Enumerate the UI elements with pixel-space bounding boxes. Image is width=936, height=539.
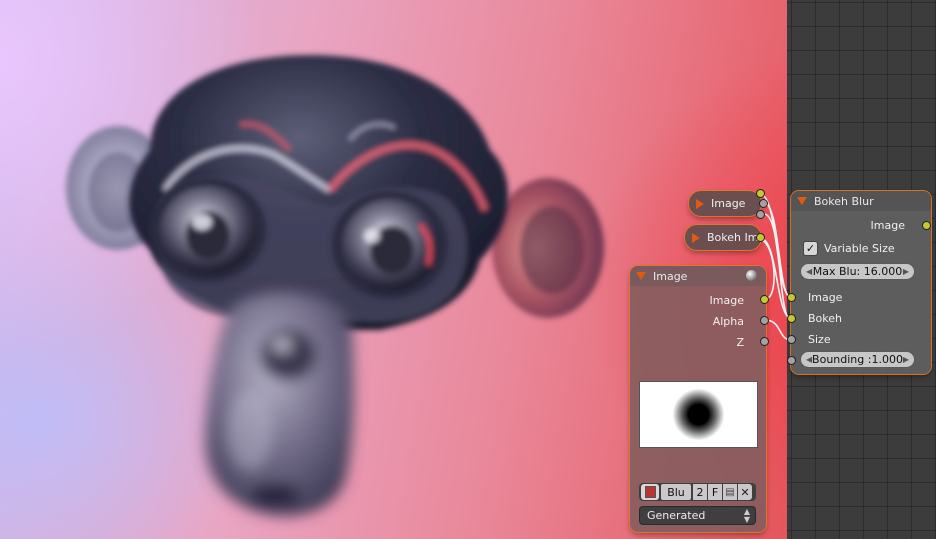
reroute-image-output-socket[interactable]: [756, 189, 765, 198]
image-datablock-row: Blu 2 F ▤ ✕: [639, 483, 756, 501]
output-alpha-label: Alpha: [712, 315, 744, 328]
output-image-label: Image: [709, 294, 744, 307]
z-output-socket[interactable]: [760, 337, 769, 346]
bounding-field[interactable]: ◀ Bounding :1.000 ▶: [800, 351, 915, 368]
reroute-bokeh-label: Bokeh Im: [707, 231, 759, 244]
bokeh-blur-bokeh-input-socket[interactable]: [787, 314, 796, 323]
increment-arrow-icon[interactable]: ▶: [903, 355, 909, 364]
decrement-arrow-icon[interactable]: ◀: [806, 267, 812, 276]
reroute-bokeh-output-socket[interactable]: [756, 233, 765, 242]
collapse-arrow-icon[interactable]: [692, 232, 700, 243]
decrement-arrow-icon[interactable]: ◀: [806, 355, 812, 364]
unlink-image-icon[interactable]: ✕: [738, 484, 752, 500]
reroute-image-alpha-socket[interactable]: [759, 199, 768, 208]
alpha-output-socket[interactable]: [760, 316, 769, 325]
input-size-label: Size: [808, 333, 831, 346]
reroute-image-z-socket[interactable]: [756, 210, 765, 219]
collapse-arrow-icon[interactable]: [696, 198, 704, 209]
collapse-arrow-icon[interactable]: [797, 197, 807, 205]
checkmark-icon: ✓: [803, 241, 818, 256]
bokeh-blur-output-socket[interactable]: [922, 221, 931, 230]
collapse-arrow-icon[interactable]: [636, 272, 646, 280]
image-output-socket[interactable]: [760, 295, 769, 304]
image-browse-icon[interactable]: [641, 484, 659, 500]
bokeh-blur-bounding-input-socket[interactable]: [787, 356, 796, 365]
dropdown-arrows-icon: ▲ ▼: [743, 507, 750, 524]
reroute-image-label: Image: [711, 197, 746, 210]
image-node-title: Image: [653, 269, 688, 283]
image-users-count[interactable]: 2: [693, 484, 707, 500]
bokeh-blur-node[interactable]: Bokeh Blur Image ✓ Variable Size ◀ Max B…: [791, 191, 931, 374]
max-blur-field[interactable]: ◀ Max Blu: 16.000 ▶: [800, 263, 915, 280]
image-source-dropdown[interactable]: Generated ▲ ▼: [639, 506, 756, 525]
variable-size-label: Variable Size: [824, 242, 895, 255]
increment-arrow-icon[interactable]: ▶: [903, 267, 909, 276]
bokeh-blur-size-input-socket[interactable]: [787, 335, 796, 344]
open-image-icon[interactable]: ▤: [723, 484, 737, 500]
bokeh-blur-title: Bokeh Blur: [814, 194, 874, 208]
bokeh-blur-header[interactable]: Bokeh Blur: [791, 191, 931, 211]
reroute-image-node[interactable]: Image: [689, 191, 761, 216]
image-source-value: Generated: [647, 509, 706, 522]
image-name-field[interactable]: Blu: [661, 484, 691, 500]
bokeh-blur-image-input-socket[interactable]: [787, 293, 796, 302]
preview-sphere-icon[interactable]: [746, 270, 757, 281]
output-z-label: Z: [736, 336, 744, 349]
image-node-header[interactable]: Image: [630, 266, 766, 286]
bokeh-output-image-label: Image: [870, 219, 905, 232]
image-node[interactable]: Image Image Alpha Z Blu 2 F ▤ ✕ Generate…: [630, 266, 766, 532]
bokeh-image-preview: [639, 381, 758, 448]
reroute-bokeh-node[interactable]: Bokeh Im: [685, 225, 761, 250]
fake-user-button[interactable]: F: [708, 484, 722, 500]
input-image-label: Image: [808, 291, 843, 304]
input-bokeh-label: Bokeh: [808, 312, 842, 325]
variable-size-checkbox[interactable]: ✓ Variable Size: [803, 241, 895, 256]
